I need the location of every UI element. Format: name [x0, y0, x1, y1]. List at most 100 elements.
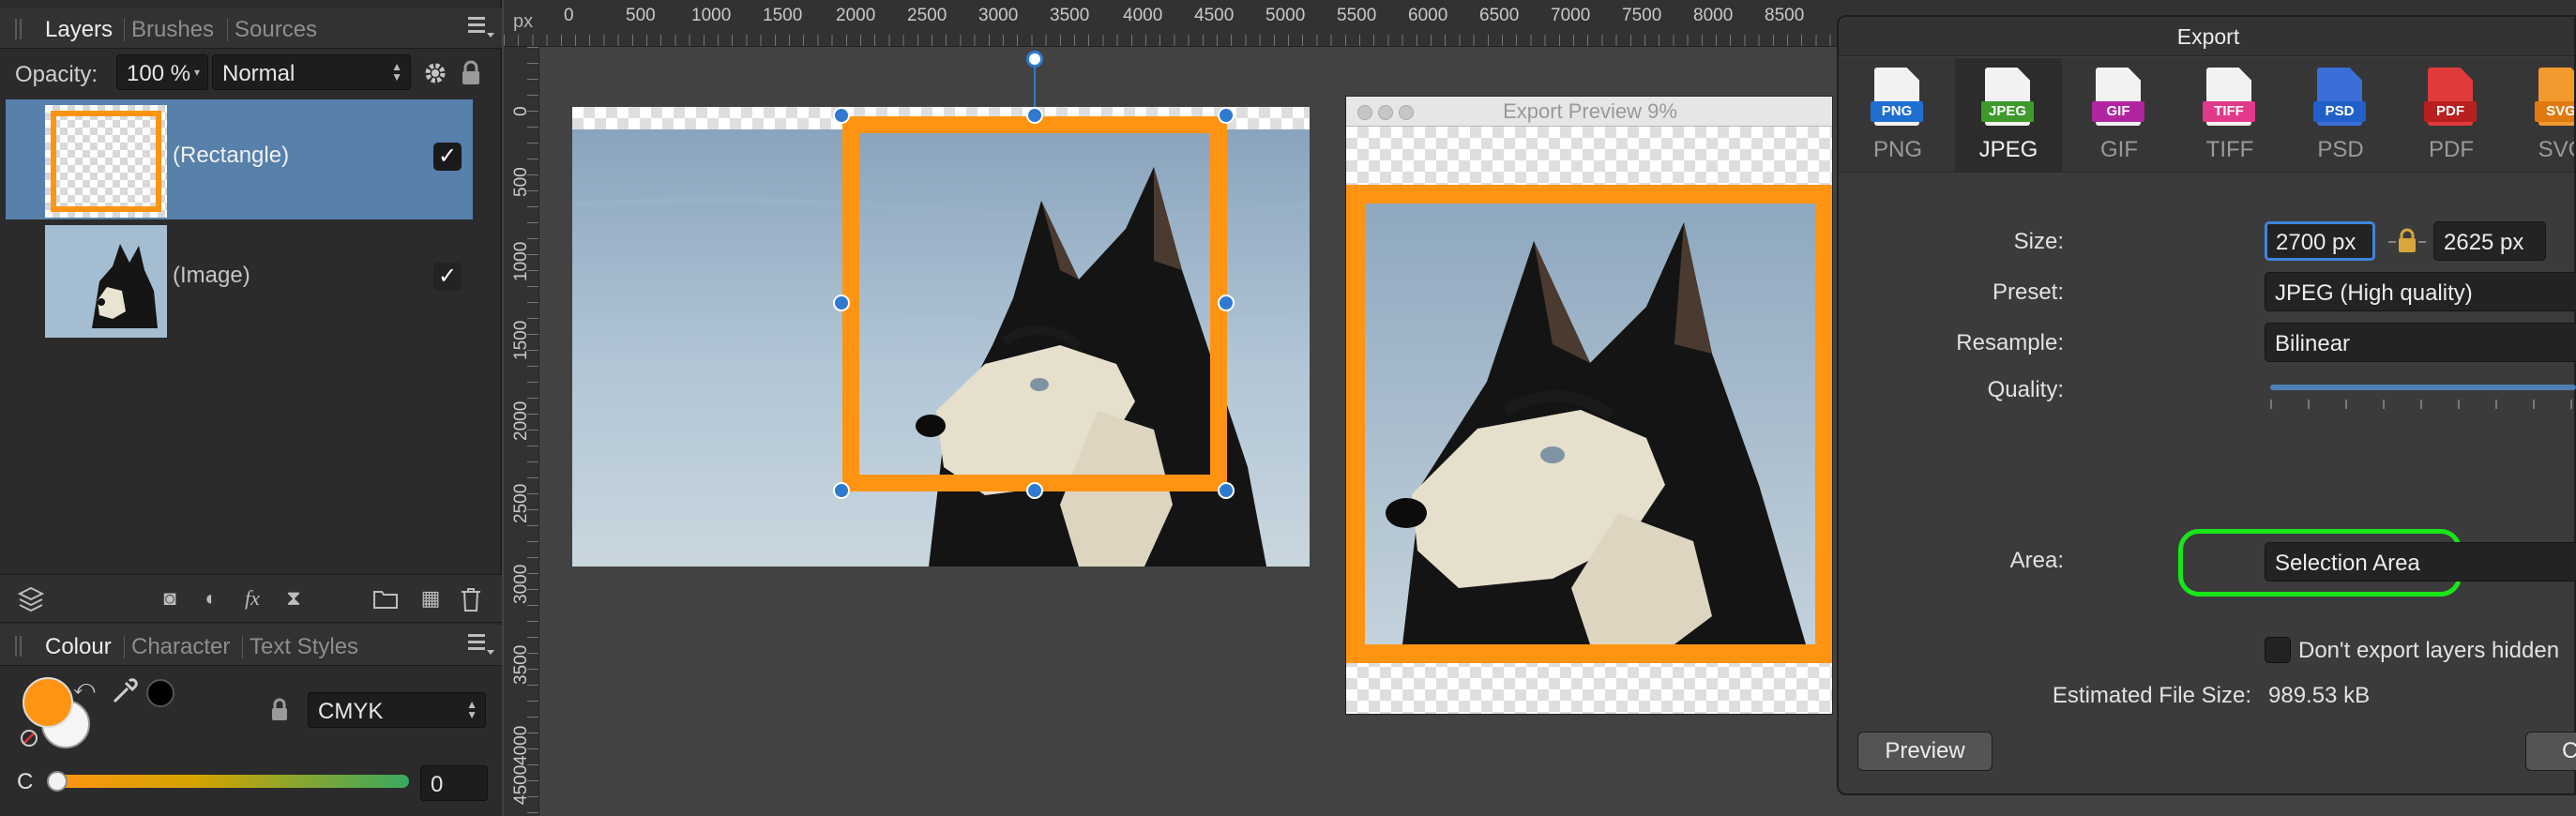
slider-knob[interactable]: [47, 771, 68, 792]
trash-icon[interactable]: [460, 586, 482, 612]
hidden-layers-label: Don't export layers hidden: [2298, 638, 2560, 663]
ruler-label: 8500: [1765, 6, 1805, 25]
tab-brushes[interactable]: Brushes: [131, 17, 214, 43]
resize-handle-left[interactable]: [833, 295, 850, 311]
no-colour-icon[interactable]: [21, 730, 38, 747]
layer-visibility-checkbox[interactable]: ✓: [433, 263, 462, 291]
cyan-channel-value: 0: [431, 772, 444, 797]
lock-icon[interactable]: [270, 698, 289, 722]
layer-row-rectangle[interactable]: (Rectangle) ✓: [6, 99, 473, 219]
format-label: GIF: [2100, 137, 2138, 162]
resize-handle-bottom[interactable]: [1026, 482, 1043, 499]
format-badge: SVG: [2535, 101, 2574, 122]
resize-handle-top-right[interactable]: [1218, 107, 1235, 124]
format-label: SVG: [2538, 137, 2574, 162]
zoom-window-button[interactable]: [1399, 105, 1414, 120]
layer-visibility-checkbox[interactable]: ✓: [433, 143, 462, 171]
close-button[interactable]: C: [2525, 732, 2576, 771]
format-jpeg-button[interactable]: JPEG JPEG: [1955, 58, 2062, 173]
folder-icon[interactable]: [373, 588, 398, 609]
ruler-label: 2000: [836, 6, 876, 25]
blend-mode-value: Normal: [222, 61, 295, 86]
tab-character[interactable]: Character: [131, 634, 230, 660]
preset-label: Preset:: [1992, 280, 2064, 305]
rectangle-thumbnail-shape: [51, 111, 161, 212]
ruler-label: 3000: [978, 6, 1019, 25]
panel-grip[interactable]: [15, 636, 24, 657]
adjustment-icon[interactable]: ◐: [199, 586, 223, 611]
rotation-handle[interactable]: [1026, 51, 1043, 68]
quality-slider-ticks: [2270, 400, 2576, 409]
preview-titlebar[interactable]: Export Preview 9%: [1346, 97, 1832, 127]
ruler-label: 4500: [1194, 6, 1235, 25]
gear-icon[interactable]: [422, 60, 448, 86]
pixel-layer-icon[interactable]: ▦: [418, 586, 443, 611]
close-window-button[interactable]: [1357, 105, 1372, 120]
resize-handle-bottom-left[interactable]: [833, 482, 850, 499]
blend-mode-select[interactable]: Normal ▲ ▼: [212, 54, 411, 90]
aspect-lock-icon[interactable]: [2388, 227, 2426, 255]
preset-select[interactable]: JPEG (High quality): [2265, 272, 2576, 311]
hidden-layers-checkbox[interactable]: [2265, 637, 2291, 663]
cyan-channel-slider[interactable]: [47, 771, 409, 792]
cyan-channel-value-field[interactable]: 0: [420, 765, 488, 801]
fx-icon[interactable]: fx: [240, 586, 265, 611]
swap-colours-icon[interactable]: ⤺: [73, 675, 96, 700]
opacity-field[interactable]: 100 % ▾: [116, 54, 208, 90]
area-select[interactable]: Selection Area: [2265, 542, 2576, 582]
resize-handle-bottom-right[interactable]: [1218, 482, 1235, 499]
black-colour-swatch[interactable]: [146, 679, 174, 707]
resize-handle-right[interactable]: [1218, 295, 1235, 311]
lock-icon[interactable]: [460, 60, 482, 86]
studio-panel: Layers Brushes Sources Opacity: 100 % ▾ …: [0, 0, 502, 816]
panel-menu-icon[interactable]: [468, 17, 494, 38]
export-width-field[interactable]: 2700 px: [2265, 221, 2375, 261]
format-badge: PDF: [2424, 101, 2477, 122]
export-preview-window: Export Preview 9%: [1345, 96, 1833, 715]
format-psd-button[interactable]: PSD PSD: [2287, 58, 2394, 173]
format-png-button[interactable]: PNG PNG: [1844, 58, 1951, 173]
layer-name: (Rectangle): [173, 143, 290, 168]
quality-slider[interactable]: [2270, 385, 2576, 390]
layer-stack-icon[interactable]: [17, 586, 45, 612]
resize-handle-top[interactable]: [1026, 107, 1043, 124]
resample-select[interactable]: Bilinear: [2265, 323, 2576, 362]
resize-handle-top-left[interactable]: [833, 107, 850, 124]
preview-husky-photo: [1365, 204, 1815, 644]
updown-icon: ▲ ▼: [391, 60, 402, 83]
fill-colour-swatch[interactable]: [23, 677, 73, 728]
updown-icon: ▲ ▼: [466, 698, 477, 721]
area-value: Selection Area: [2275, 551, 2420, 576]
format-label: PSD: [2317, 137, 2364, 162]
live-filter-icon[interactable]: ⧗: [281, 586, 306, 611]
ruler-label: 7500: [1622, 6, 1662, 25]
layer-name: (Image): [173, 263, 250, 288]
format-tiff-button[interactable]: TIFF TIFF: [2176, 58, 2283, 173]
tab-sources[interactable]: Sources: [235, 17, 317, 43]
export-height-field[interactable]: 2625 px: [2433, 221, 2546, 261]
mask-icon[interactable]: ◙: [158, 586, 182, 611]
tab-layers[interactable]: Layers: [45, 17, 113, 43]
colour-model-value: CMYK: [318, 699, 384, 724]
format-label: PNG: [1872, 137, 1922, 162]
tab-colour[interactable]: Colour: [45, 634, 112, 660]
layer-row-image[interactable]: (Image) ✓: [6, 219, 473, 340]
rectangle-shape[interactable]: [842, 116, 1227, 491]
panel-menu-icon[interactable]: [468, 634, 494, 655]
left-ruler: 0 500 1000 1500 2000 2500 3000 3500 4000…: [504, 47, 539, 816]
estimated-file-size-label: Estimated File Size:: [2052, 683, 2251, 708]
format-gif-button[interactable]: GIF GIF: [2066, 58, 2173, 173]
chevron-down-icon: ▾: [193, 66, 200, 79]
minimize-window-button[interactable]: [1378, 105, 1393, 120]
ruler-label: 2500: [907, 6, 947, 25]
tab-text-styles[interactable]: Text Styles: [250, 634, 358, 660]
format-badge: GIF: [2092, 101, 2144, 122]
format-badge: PNG: [1871, 101, 1923, 122]
colour-panel-tabs: Colour Character Text Styles: [0, 625, 502, 666]
panel-grip[interactable]: [15, 19, 24, 39]
format-pdf-button[interactable]: PDF PDF: [2398, 58, 2505, 173]
colour-model-select[interactable]: CMYK ▲ ▼: [308, 692, 486, 728]
colour-picker-icon[interactable]: [111, 677, 139, 705]
preview-button[interactable]: Preview: [1857, 732, 1993, 771]
format-svg-button[interactable]: SVG SVG: [2508, 58, 2574, 173]
